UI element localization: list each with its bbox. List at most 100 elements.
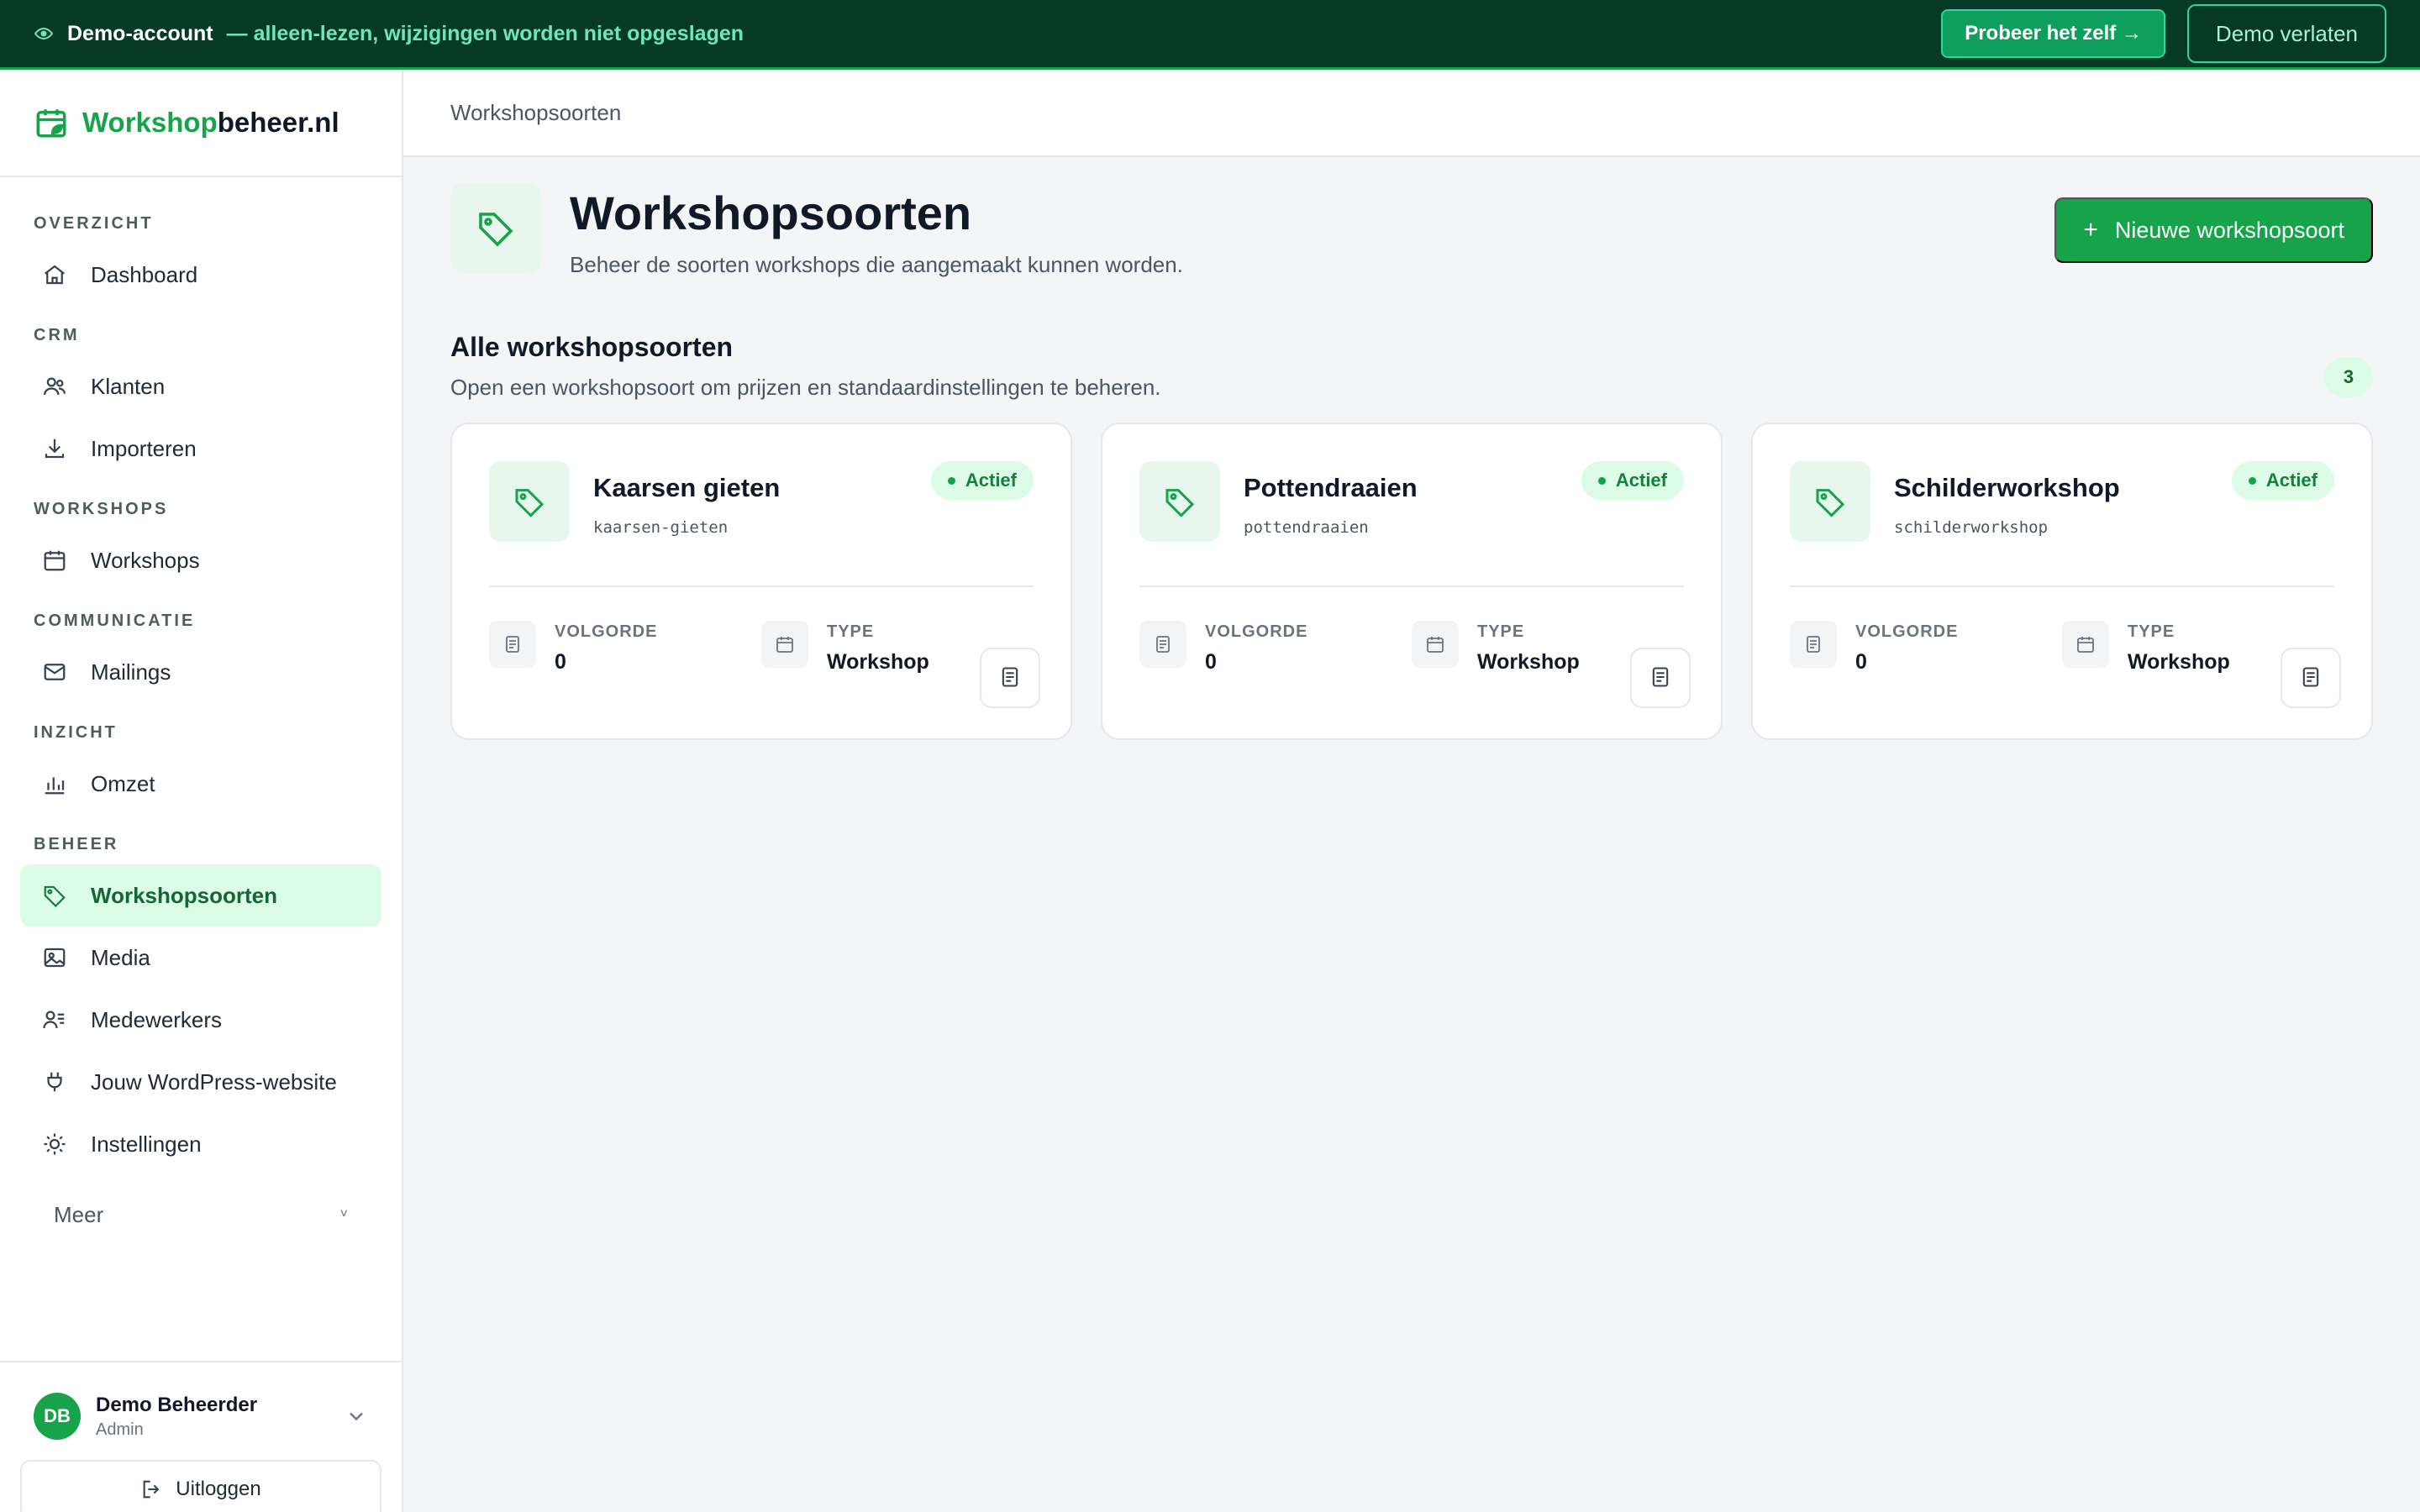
card-divider	[1139, 585, 1684, 587]
user-info: Demo Beheerder Admin	[96, 1394, 257, 1440]
card-header: Pottendraaien pottendraaien Actief	[1139, 461, 1684, 542]
sidebar-item-klanten[interactable]: Klanten	[20, 355, 381, 417]
meta-label: TYPE	[2128, 622, 2175, 641]
sidebar-item-label: Jouw WordPress-website	[91, 1068, 337, 1095]
avatar: DB	[34, 1393, 81, 1440]
sidebar-more-toggle[interactable]: Meer ˅	[20, 1184, 381, 1246]
card-title-block: Pottendraaien pottendraaien	[1244, 461, 1418, 537]
open-details-button[interactable]	[1630, 648, 1691, 708]
sidebar-item-importeren[interactable]: Importeren	[20, 417, 381, 480]
sidebar-item-label: Instellingen	[91, 1131, 202, 1157]
workshop-type-card[interactable]: Pottendraaien pottendraaien Actief VOLGO…	[1101, 423, 1723, 740]
section-header: Alle workshopsoorten Open een workshopso…	[450, 332, 2373, 401]
users-icon	[42, 372, 71, 401]
user-menu[interactable]: DB Demo Beheerder Admin	[20, 1383, 381, 1450]
nav-section-workshops: WORKSHOPS	[34, 500, 169, 518]
plug-icon	[42, 1068, 71, 1096]
mail-icon	[42, 658, 71, 686]
brand-logo[interactable]: Workshopbeheer.nl	[0, 70, 402, 177]
meta-value: Workshop	[1477, 650, 1580, 674]
image-icon	[42, 943, 71, 972]
section-subtitle: Open een workshopsoort om prijzen en sta…	[450, 375, 1161, 400]
try-yourself-button[interactable]: Probeer het zelf →	[1941, 9, 2165, 58]
sidebar-item-label: Dashboard	[91, 261, 198, 287]
open-details-button[interactable]	[980, 648, 1040, 708]
sidebar-item-media[interactable]: Media	[20, 927, 381, 989]
tag-icon	[450, 182, 541, 273]
user-role: Admin	[96, 1420, 144, 1439]
meta-order-text: VOLGORDE 0	[1205, 621, 1307, 675]
sidebar-item-wordpress[interactable]: Jouw WordPress-website	[20, 1051, 381, 1113]
meta-label: TYPE	[827, 622, 875, 641]
sidebar-nav: OVERZICHT Dashboard CRM Klanten Importer…	[0, 177, 402, 1246]
card-name[interactable]: Kaarsen gieten	[593, 473, 780, 503]
calendar-icon	[1412, 621, 1459, 668]
page-header: Workshopsoorten Beheer de soorten worksh…	[450, 182, 2373, 278]
logout-label: Uitloggen	[176, 1478, 261, 1500]
sidebar: Workshopbeheer.nl OVERZICHT Dashboard CR…	[0, 70, 403, 1512]
calendar-leaf-icon	[34, 105, 69, 140]
home-icon	[42, 260, 71, 289]
sidebar-item-label: Workshops	[91, 547, 200, 573]
meta-order: VOLGORDE 0	[1790, 621, 2062, 675]
topbar: Workshopsoorten	[403, 70, 2420, 157]
status-dot	[2248, 476, 2256, 485]
card-name[interactable]: Schilderworkshop	[1894, 473, 2120, 503]
demo-readonly-note: — alleen-lezen, wijzigingen worden niet …	[226, 21, 744, 45]
card-slug: schilderworkshop	[1894, 518, 2049, 537]
card-divider	[1790, 585, 2334, 587]
document-icon	[1649, 665, 1672, 691]
meta-value: Workshop	[827, 650, 929, 674]
meta-label: VOLGORDE	[1855, 622, 1959, 641]
meta-order-text: VOLGORDE 0	[555, 621, 657, 675]
sidebar-item-label: Medewerkers	[91, 1006, 223, 1032]
card-name[interactable]: Pottendraaien	[1244, 473, 1418, 503]
list-icon	[1790, 621, 1837, 668]
card-meta: VOLGORDE 0 TYPE Workshop	[1139, 621, 1684, 675]
brand-name: Workshopbeheer.nl	[82, 107, 339, 138]
section-heading: Alle workshopsoorten Open een workshopso…	[450, 332, 1161, 401]
sidebar-item-workshops[interactable]: Workshops	[20, 529, 381, 591]
new-workshop-type-button[interactable]: + Nieuwe workshopsoort	[2054, 197, 2373, 263]
status-dot	[947, 476, 955, 485]
open-details-button[interactable]	[2281, 648, 2341, 708]
sidebar-item-mailings[interactable]: Mailings	[20, 641, 381, 703]
workshop-type-card[interactable]: Kaarsen gieten kaarsen-gieten Actief VOL…	[450, 423, 1072, 740]
sidebar-item-label: Omzet	[91, 770, 155, 796]
calendar-icon	[42, 546, 71, 575]
meta-label: VOLGORDE	[1205, 622, 1308, 641]
meta-value: 0	[1855, 650, 1867, 674]
meta-label: TYPE	[1477, 622, 1525, 641]
workshop-type-cards: Kaarsen gieten kaarsen-gieten Actief VOL…	[450, 423, 2373, 740]
new-workshop-type-label: Nieuwe workshopsoort	[2114, 217, 2344, 243]
count-badge: 3	[2324, 357, 2373, 397]
nav-section-beheer: BEHEER	[34, 835, 119, 853]
sidebar-item-label: Mailings	[91, 659, 171, 685]
sidebar-item-omzet[interactable]: Omzet	[20, 753, 381, 815]
status-badge: Actief	[2231, 461, 2334, 500]
sidebar-item-instellingen[interactable]: Instellingen	[20, 1113, 381, 1175]
status-dot	[1597, 476, 1606, 485]
workshop-type-card[interactable]: Schilderworkshop schilderworkshop Actief…	[1751, 423, 2373, 740]
download-icon	[42, 434, 71, 463]
card-meta: VOLGORDE 0 TYPE Workshop	[1790, 621, 2334, 675]
chevron-down-icon: ˅	[339, 1207, 348, 1221]
sidebar-item-label: Workshopsoorten	[91, 882, 277, 908]
card-slug: kaarsen-gieten	[593, 518, 729, 537]
meta-order-text: VOLGORDE 0	[1855, 621, 1958, 675]
meta-order: VOLGORDE 0	[489, 621, 761, 675]
sidebar-item-medewerkers[interactable]: Medewerkers	[20, 989, 381, 1051]
nav-section-overzicht: OVERZICHT	[34, 214, 154, 233]
list-icon	[489, 621, 536, 668]
sidebar-item-label: Media	[91, 944, 150, 970]
card-meta: VOLGORDE 0 TYPE Workshop	[489, 621, 1034, 675]
card-slug: pottendraaien	[1244, 518, 1369, 537]
demo-account-label: Demo-account	[67, 21, 213, 45]
sidebar-item-label: Klanten	[91, 373, 166, 399]
logout-button[interactable]: Uitloggen	[20, 1460, 381, 1512]
sidebar-item-workshopsoorten[interactable]: Workshopsoorten	[20, 864, 381, 927]
exit-demo-button[interactable]: Demo verlaten	[2186, 4, 2386, 63]
plus-icon: +	[2083, 216, 2098, 244]
sidebar-item-dashboard[interactable]: Dashboard	[20, 244, 381, 306]
card-header: Kaarsen gieten kaarsen-gieten Actief	[489, 461, 1034, 542]
